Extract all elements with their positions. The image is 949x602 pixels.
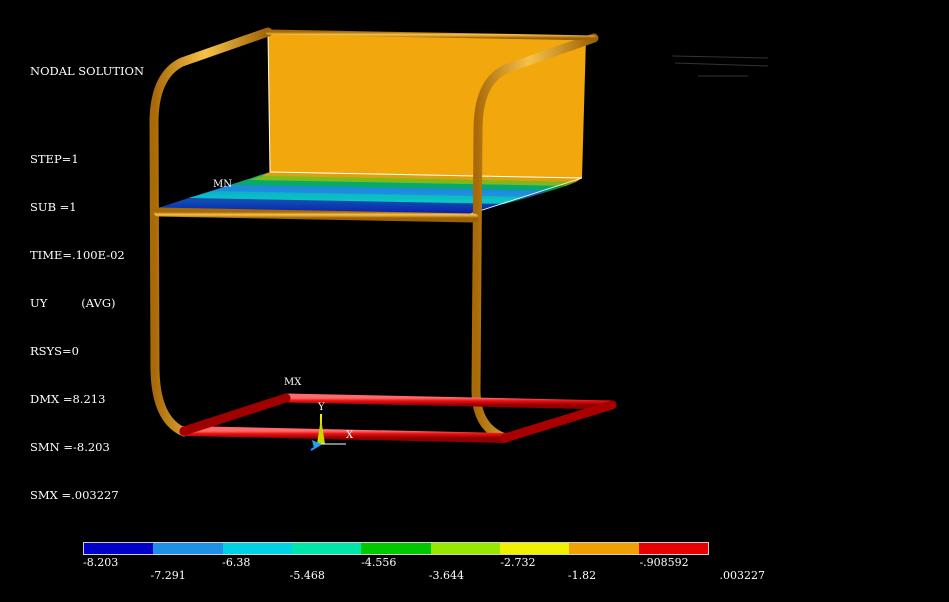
legend-value-label: -7.291 [150, 569, 186, 582]
chair-base [179, 393, 617, 443]
smx-label: SMX =.003227 [30, 488, 119, 502]
legend-swatch [361, 543, 431, 554]
base-tube-back [281, 393, 617, 410]
legend-value-label: -.908592 [639, 556, 689, 569]
legend-value-label: -8.203 [83, 556, 119, 569]
result-info-panel: NODAL SOLUTION STEP=1 SUB =1 TIME=.100E-… [30, 31, 144, 519]
rsys-label: RSYS=0 [30, 344, 79, 358]
legend-value-label: -5.468 [289, 569, 325, 582]
legend-swatch [84, 543, 154, 554]
legend-swatch [222, 543, 292, 554]
faint-annotation [671, 55, 769, 77]
base-tube-front [179, 426, 510, 443]
result-title: NODAL SOLUTION [30, 64, 145, 78]
legend-value-label: .003227 [719, 569, 766, 582]
smn-label: SMN =-8.203 [30, 440, 110, 454]
substep-label: SUB =1 [30, 200, 77, 214]
frame-tube-seat-front [153, 207, 479, 223]
contour-legend-bar [83, 542, 709, 555]
step-label: STEP=1 [30, 152, 79, 166]
result-quantity-row: UY (AVG) [30, 295, 144, 311]
max-marker-label: MX [284, 377, 302, 388]
legend-swatch [638, 543, 708, 554]
legend-swatch [499, 543, 570, 554]
legend-swatch [569, 543, 639, 554]
legend-value-label: -6.38 [222, 556, 251, 569]
legend-value-label: -4.556 [361, 556, 397, 569]
legend-value-label: -3.644 [428, 569, 464, 582]
base-tube-right [500, 400, 617, 443]
dmx-label: DMX =8.213 [30, 392, 106, 406]
legend-value-label: -1.82 [567, 569, 597, 582]
min-marker-label: MN [213, 179, 232, 190]
legend-value-label: -2.732 [500, 556, 536, 569]
triad-x-label: X [346, 430, 354, 441]
triad-y-label: Y [318, 402, 325, 413]
legend-swatch [430, 543, 500, 554]
averaging-label: (AVG) [81, 296, 116, 310]
legend-swatch [291, 543, 362, 554]
quantity-label: UY [30, 296, 48, 310]
legend-swatch [153, 543, 223, 554]
base-tube-left [179, 393, 291, 436]
frame-tube-left [149, 27, 273, 437]
time-label: TIME=.100E-02 [30, 248, 125, 262]
